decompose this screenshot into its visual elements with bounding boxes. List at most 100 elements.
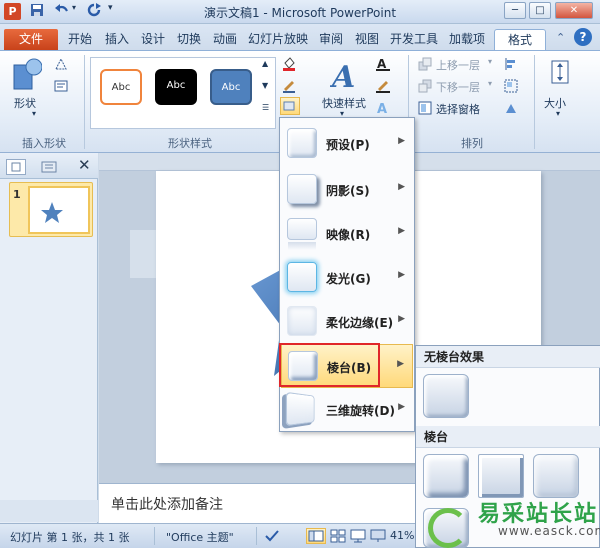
tab-transitions[interactable]: 切换 [172, 29, 206, 50]
text-fill-icon[interactable]: A [376, 57, 390, 71]
arrange-group-label: 排列 [461, 137, 483, 150]
slideshow-view-icon[interactable] [370, 529, 386, 543]
tab-review[interactable]: 审阅 [314, 29, 348, 50]
bring-forward-icon [418, 57, 432, 71]
collapse-ribbon-icon[interactable]: ⌃ [556, 31, 565, 44]
outline-tab-icon[interactable] [38, 159, 60, 175]
no-bevel-heading: 无棱台效果 [416, 346, 600, 368]
rotate-icon[interactable] [504, 101, 518, 115]
gallery-more-icon[interactable]: ☰ [262, 103, 269, 112]
tab-home[interactable]: 开始 [62, 29, 98, 50]
spelling-check-icon[interactable] [264, 529, 280, 543]
size-dropdown-icon[interactable]: ▾ [556, 109, 560, 118]
menu-item-glow[interactable]: 发光(G) ▶ [281, 256, 413, 300]
size-button[interactable]: 大小 [544, 95, 566, 111]
submenu-arrow-icon: ▶ [398, 402, 405, 412]
reading-view-icon[interactable] [350, 529, 366, 543]
bevel-option-circle[interactable] [423, 454, 469, 498]
maximize-button[interactable]: □ [529, 2, 551, 19]
normal-view-icon[interactable] [306, 528, 326, 544]
send-backward-button[interactable]: 下移一层 [436, 79, 480, 95]
submenu-arrow-icon: ▶ [398, 314, 405, 324]
shape-style-1[interactable]: Abc [100, 69, 142, 105]
shape-style-2[interactable]: Abc [155, 69, 197, 105]
menu-item-label: 发光(G) [326, 272, 371, 286]
menu-item-3d-rotation[interactable]: 三维旋转(D) ▶ [281, 388, 413, 432]
menu-item-preset[interactable]: 预设(P) ▶ [281, 122, 413, 166]
tab-insert[interactable]: 插入 [100, 29, 134, 50]
menu-item-shadow[interactable]: 阴影(S) ▶ [281, 168, 413, 212]
theme-name[interactable]: "Office 主题" [166, 529, 234, 545]
reflection-icon [287, 218, 317, 240]
bevel-option-cross[interactable] [533, 454, 579, 498]
selection-pane-button[interactable]: 选择窗格 [436, 101, 480, 117]
3d-rotation-icon [285, 391, 315, 427]
shape-dropdown-icon[interactable]: ▾ [32, 109, 36, 118]
submenu-arrow-icon: ▶ [398, 226, 405, 236]
menu-item-soft-edges[interactable]: 柔化边缘(E) ▶ [281, 300, 413, 344]
menu-item-label: 阴影(S) [326, 184, 370, 198]
submenu-arrow-icon: ▶ [398, 136, 405, 146]
thumbnail-star-icon [41, 202, 63, 223]
minimize-button[interactable]: ─ [504, 2, 526, 19]
menu-item-label: 预设(P) [326, 138, 370, 152]
send-backward-dropdown-icon[interactable]: ▾ [488, 79, 492, 88]
separator [256, 527, 257, 545]
svg-text:A: A [377, 102, 387, 115]
wordart-quick-styles-icon[interactable]: A [329, 57, 364, 95]
group-icon[interactable] [504, 79, 518, 93]
tab-developer[interactable]: 开发工具 [386, 29, 442, 50]
send-backward-icon [418, 79, 432, 93]
shape-styles-group-label: 形状样式 [168, 137, 212, 150]
shape-style-3[interactable]: Abc [210, 69, 252, 105]
bring-forward-dropdown-icon[interactable]: ▾ [488, 57, 492, 66]
shadow-icon [287, 174, 317, 204]
tab-file[interactable]: 文件 [4, 29, 58, 50]
tab-slideshow[interactable]: 幻灯片放映 [244, 29, 312, 50]
help-icon[interactable]: ? [574, 28, 592, 46]
shape-effects-button[interactable] [280, 97, 300, 115]
close-panel-icon[interactable]: ✕ [78, 156, 91, 174]
gallery-up-icon[interactable]: ▲ [262, 59, 268, 68]
ribbon-tabs: 文件 开始 插入 设计 切换 动画 幻灯片放映 审阅 视图 开发工具 加载项 格… [0, 24, 600, 50]
tab-design[interactable]: 设计 [136, 29, 170, 50]
insert-shapes-group-label: 插入形状 [22, 137, 66, 150]
gallery-down-icon[interactable]: ▼ [262, 81, 268, 90]
text-box-icon[interactable] [54, 79, 68, 93]
shapes-icon[interactable] [12, 57, 43, 93]
glow-icon [287, 262, 317, 292]
close-button[interactable]: ✕ [555, 2, 593, 19]
watermark-url: www.easck.com [498, 524, 600, 538]
bring-forward-button[interactable]: 上移一层 [436, 57, 480, 73]
menu-item-label: 映像(R) [326, 228, 371, 242]
no-bevel-option[interactable] [423, 374, 469, 418]
reflection-shadow [288, 242, 316, 250]
align-icon[interactable] [504, 57, 518, 71]
submenu-arrow-icon: ▶ [398, 270, 405, 280]
notes-placeholder[interactable]: 单击此处添加备注 [111, 494, 223, 514]
slide-thumbnail[interactable] [28, 186, 90, 234]
soft-edges-icon [287, 306, 317, 336]
slide-sorter-icon[interactable] [330, 529, 346, 543]
submenu-arrow-icon: ▶ [397, 359, 404, 369]
svg-text:A: A [330, 60, 355, 93]
size-icon[interactable] [548, 59, 572, 87]
text-effects-icon[interactable]: A [376, 101, 390, 117]
tab-view[interactable]: 视图 [350, 29, 384, 50]
bevel-option-relaxed-inset[interactable] [478, 454, 524, 498]
edit-shape-icon[interactable] [54, 57, 68, 71]
preset-icon [287, 128, 317, 158]
menu-item-reflection[interactable]: 映像(R) ▶ [281, 212, 413, 256]
slides-tab-icon[interactable] [6, 159, 26, 175]
separator [84, 55, 85, 149]
tab-format[interactable]: 格式 [494, 29, 546, 50]
tab-addins[interactable]: 加载项 [444, 29, 490, 50]
zoom-level[interactable]: 41% [390, 529, 414, 542]
separator [154, 527, 155, 545]
shape-outline-icon[interactable] [282, 79, 296, 93]
text-outline-icon[interactable] [376, 79, 390, 93]
menu-item-label: 三维旋转(D) [326, 404, 395, 418]
tab-animations[interactable]: 动画 [208, 29, 242, 50]
bevel-heading: 棱台 [416, 426, 600, 448]
shape-fill-icon[interactable] [282, 57, 296, 71]
